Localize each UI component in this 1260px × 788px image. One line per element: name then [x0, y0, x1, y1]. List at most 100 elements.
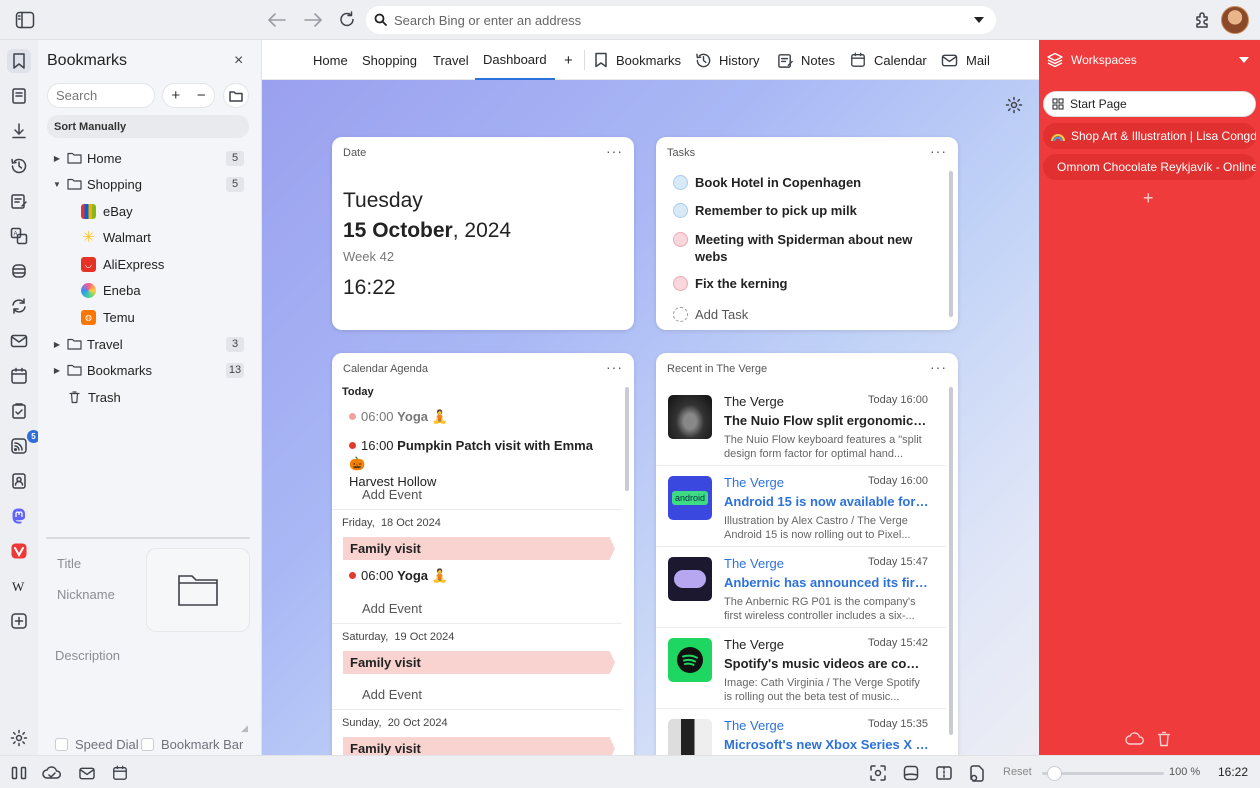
vivaldi-icon[interactable] [7, 539, 31, 563]
widget-menu-icon[interactable]: ··· [930, 359, 947, 375]
agenda-event[interactable]: 06:00 Yoga 🧘 [349, 567, 448, 585]
bookmarks-panel-icon[interactable] [7, 49, 31, 73]
avatar[interactable] [1221, 6, 1249, 34]
add-event-button[interactable]: Add Event [362, 487, 422, 502]
tab-home[interactable]: Home [313, 40, 348, 80]
add-task-button[interactable]: Add Task [673, 306, 748, 323]
agenda-event[interactable]: 16:00 Pumpkin Patch visit with Emma 🎃 Ha… [349, 437, 609, 491]
page-actions-icon[interactable] [901, 763, 921, 783]
tab-calendar-panel[interactable]: Calendar [850, 40, 927, 80]
agenda-event[interactable]: 06:00 Yoga 🧘 [349, 408, 448, 426]
all-day-event-banner[interactable]: Family visit [343, 737, 615, 755]
expand-arrow-icon[interactable]: ▶ [51, 340, 63, 349]
zoom-slider[interactable] [1042, 766, 1164, 781]
resize-grip-icon[interactable]: ◢ [241, 723, 248, 734]
bookmark-aliexpress[interactable]: ◡ AliExpress [38, 252, 262, 276]
add-event-button[interactable]: Add Event [362, 687, 422, 702]
settings-gear-icon[interactable] [7, 726, 31, 750]
capture-icon[interactable] [868, 763, 888, 783]
workspaces-dropdown-icon[interactable] [1239, 57, 1249, 63]
nickname-field-label[interactable]: Nickname [57, 587, 115, 602]
expand-arrow-icon[interactable]: ▶ [51, 154, 63, 163]
workspace-tab[interactable]: Omnom Chocolate Reykjavík - Online [1043, 154, 1256, 180]
tab-history-panel[interactable]: History [695, 40, 759, 80]
reading-list-icon[interactable] [7, 84, 31, 108]
tab-notes-panel[interactable]: Notes [777, 40, 835, 80]
tab-dashboard[interactable]: Dashboard [475, 40, 555, 80]
widget-menu-icon[interactable]: ··· [606, 359, 623, 375]
feeds-icon[interactable]: 5 [7, 430, 40, 458]
bookmark-temu[interactable]: ◍ Temu [38, 305, 262, 329]
feed-scrollbar[interactable] [949, 387, 953, 735]
panel-toggle-icon[interactable] [13, 8, 37, 32]
tab-shopping[interactable]: Shopping [362, 40, 417, 80]
close-panel-button[interactable]: × [234, 52, 243, 70]
description-field-label[interactable]: Description [55, 648, 120, 663]
collapse-arrow-icon[interactable]: ▼ [51, 180, 63, 189]
panel-toggle-icon[interactable] [9, 763, 29, 783]
task-checkbox[interactable] [673, 232, 688, 247]
task-checkbox[interactable] [673, 203, 688, 218]
address-bar[interactable]: Search Bing or enter an address [366, 6, 996, 34]
feed-item[interactable]: The Verge Today 15:35 Microsoft's new Xb… [656, 709, 946, 755]
widget-menu-icon[interactable]: ··· [606, 143, 623, 159]
sync-icon[interactable] [7, 294, 31, 318]
wikipedia-icon[interactable]: W [7, 574, 31, 598]
bookmark-walmart[interactable]: ✳ Walmart [38, 225, 262, 249]
tree-folder-bookmarks[interactable]: ▶ Bookmarks 13 [38, 358, 262, 382]
tree-folder-shopping[interactable]: ▼ Shopping 5 [38, 172, 262, 196]
add-event-button[interactable]: Add Event [362, 601, 422, 616]
agenda-scrollbar[interactable] [625, 387, 629, 491]
bookmark-eneba[interactable]: Eneba [38, 278, 262, 302]
forward-icon[interactable] [301, 8, 325, 32]
tree-folder-home[interactable]: ▶ Home 5 [38, 146, 262, 170]
feed-item[interactable]: The Verge Today 15:47 Anbernic has annou… [656, 547, 946, 628]
add-bookmark-button[interactable]: + [171, 87, 180, 104]
extensions-icon[interactable] [1191, 8, 1215, 32]
sort-dropdown[interactable]: Sort Manually [47, 115, 249, 138]
window-panel-icon[interactable] [7, 259, 31, 283]
task-item[interactable]: Remember to pick up milk [673, 202, 928, 219]
mail-icon[interactable] [7, 329, 31, 353]
tab-bookmarks-panel[interactable]: Bookmarks [594, 40, 681, 80]
zoom-reset-button[interactable]: Reset [1003, 766, 1032, 778]
tasks-icon[interactable] [7, 399, 31, 423]
remove-bookmark-button[interactable]: − [197, 87, 206, 104]
zoom-slider-handle[interactable] [1047, 766, 1063, 781]
mail-status-icon[interactable] [77, 763, 97, 783]
panel-splitter[interactable] [46, 537, 250, 539]
feed-item[interactable]: android The Verge Today 16:00 Android 15… [656, 466, 946, 547]
tree-folder-travel[interactable]: ▶ Travel 3 [38, 332, 262, 356]
tree-trash[interactable]: Trash [38, 385, 262, 409]
new-workspace-tab-button[interactable]: + [1143, 188, 1154, 209]
workspace-tab-start-page[interactable]: Start Page [1043, 91, 1256, 117]
calendar-status-icon[interactable] [110, 763, 130, 783]
task-checkbox[interactable] [673, 276, 688, 291]
history-icon[interactable] [7, 154, 31, 178]
bookmark-bar-checkbox[interactable]: Bookmark Bar [141, 737, 243, 752]
widget-menu-icon[interactable]: ··· [930, 143, 947, 159]
contacts-icon[interactable] [7, 469, 31, 493]
task-item[interactable]: Fix the kerning [673, 275, 928, 292]
all-day-event-banner[interactable]: Family visit [343, 537, 615, 560]
tasks-scrollbar[interactable] [949, 171, 953, 317]
task-checkbox[interactable] [673, 175, 688, 190]
new-tab-button[interactable]: + [564, 40, 573, 80]
calendar-icon[interactable] [7, 364, 31, 388]
title-field-label[interactable]: Title [57, 556, 81, 571]
all-day-event-banner[interactable]: Family visit [343, 651, 615, 674]
trash-icon[interactable] [1156, 731, 1172, 747]
tab-mail-panel[interactable]: Mail [941, 40, 990, 80]
bookmark-ebay[interactable]: eBay [38, 199, 262, 223]
workspace-tab[interactable]: Shop Art & Illustration | Lisa Congdon [1043, 123, 1256, 149]
feed-item[interactable]: The Verge Today 16:00 The Nuio Flow spli… [656, 385, 946, 466]
downloads-icon[interactable] [7, 119, 31, 143]
tab-travel[interactable]: Travel [433, 40, 469, 80]
back-icon[interactable] [265, 8, 289, 32]
notes-icon[interactable] [7, 189, 31, 213]
workspaces-header[interactable]: Workspaces [1047, 52, 1137, 68]
address-dropdown-icon[interactable] [974, 17, 984, 23]
task-item[interactable]: Meeting with Spiderman about new webs [673, 231, 928, 265]
add-panel-icon[interactable] [7, 609, 31, 633]
speed-dial-checkbox[interactable]: Speed Dial [55, 737, 139, 752]
